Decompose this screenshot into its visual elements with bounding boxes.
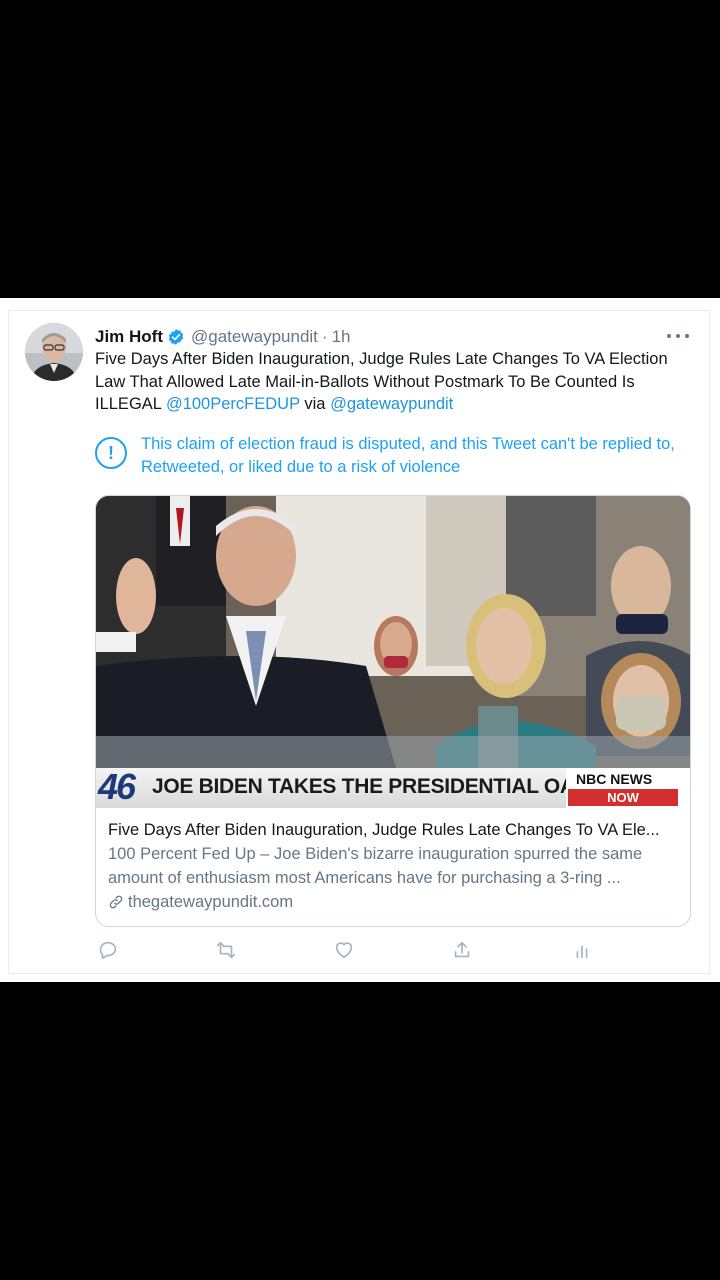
author-handle[interactable]: @gatewaypundit [191, 327, 318, 347]
logo-top-text: NBC NEWS [576, 771, 653, 787]
card-image[interactable]: 46 JOE BIDEN TAKES THE PRESIDENTIAL OATH… [96, 496, 690, 808]
link-icon [109, 895, 123, 909]
tweet-text: Five Days After Biden Inauguration, Judg… [95, 348, 695, 416]
avatar[interactable] [25, 323, 83, 381]
banner-bar: 46 JOE BIDEN TAKES THE PRESIDENTIAL OATH [96, 766, 601, 808]
via-text: via [304, 395, 326, 413]
tweet-time[interactable]: 1h [332, 327, 351, 347]
analytics-icon[interactable] [571, 939, 593, 961]
separator-dot: · [321, 327, 328, 346]
disputed-notice-text[interactable]: This claim of election fraud is disputed… [141, 433, 697, 478]
link-card[interactable]: 46 JOE BIDEN TAKES THE PRESIDENTIAL OATH… [95, 495, 691, 927]
tweet[interactable]: Jim Hoft @gatewaypundit · 1h Five Days A… [8, 310, 710, 974]
news-lower-third: 46 JOE BIDEN TAKES THE PRESIDENTIAL OATH… [96, 766, 690, 808]
screenshot-frame: Jim Hoft @gatewaypundit · 1h Five Days A… [0, 298, 720, 982]
card-domain[interactable]: thegatewaypundit.com [108, 890, 684, 914]
card-info[interactable]: Five Days After Biden Inauguration, Judg… [108, 818, 684, 914]
card-domain-text: thegatewaypundit.com [128, 893, 294, 911]
card-description: 100 Percent Fed Up – Joe Biden's bizarre… [108, 845, 643, 887]
banner-text: JOE BIDEN TAKES THE PRESIDENTIAL OATH [152, 775, 601, 798]
mention-link-1[interactable]: @100PercFEDUP [166, 395, 300, 413]
nbc-news-now-logo: NBC NEWS NOW [566, 768, 690, 808]
disputed-notice[interactable]: ! This claim of election fraud is disput… [95, 433, 695, 479]
tweet-actions [95, 939, 635, 963]
share-icon[interactable] [451, 939, 473, 961]
info-exclamation-icon: ! [95, 437, 127, 469]
mention-link-2[interactable]: @gatewaypundit [330, 395, 453, 413]
author-name[interactable]: Jim Hoft [95, 327, 163, 347]
verified-badge-icon [168, 329, 184, 345]
logo-bottom-text: NOW [568, 789, 678, 806]
like-icon[interactable] [333, 939, 355, 961]
banner-number: 46 [98, 766, 136, 807]
tweet-header: Jim Hoft @gatewaypundit · 1h [95, 325, 351, 349]
card-title[interactable]: Five Days After Biden Inauguration, Judg… [108, 818, 684, 842]
reply-icon[interactable] [97, 939, 119, 961]
more-icon[interactable] [667, 331, 689, 341]
retweet-icon[interactable] [215, 939, 237, 961]
